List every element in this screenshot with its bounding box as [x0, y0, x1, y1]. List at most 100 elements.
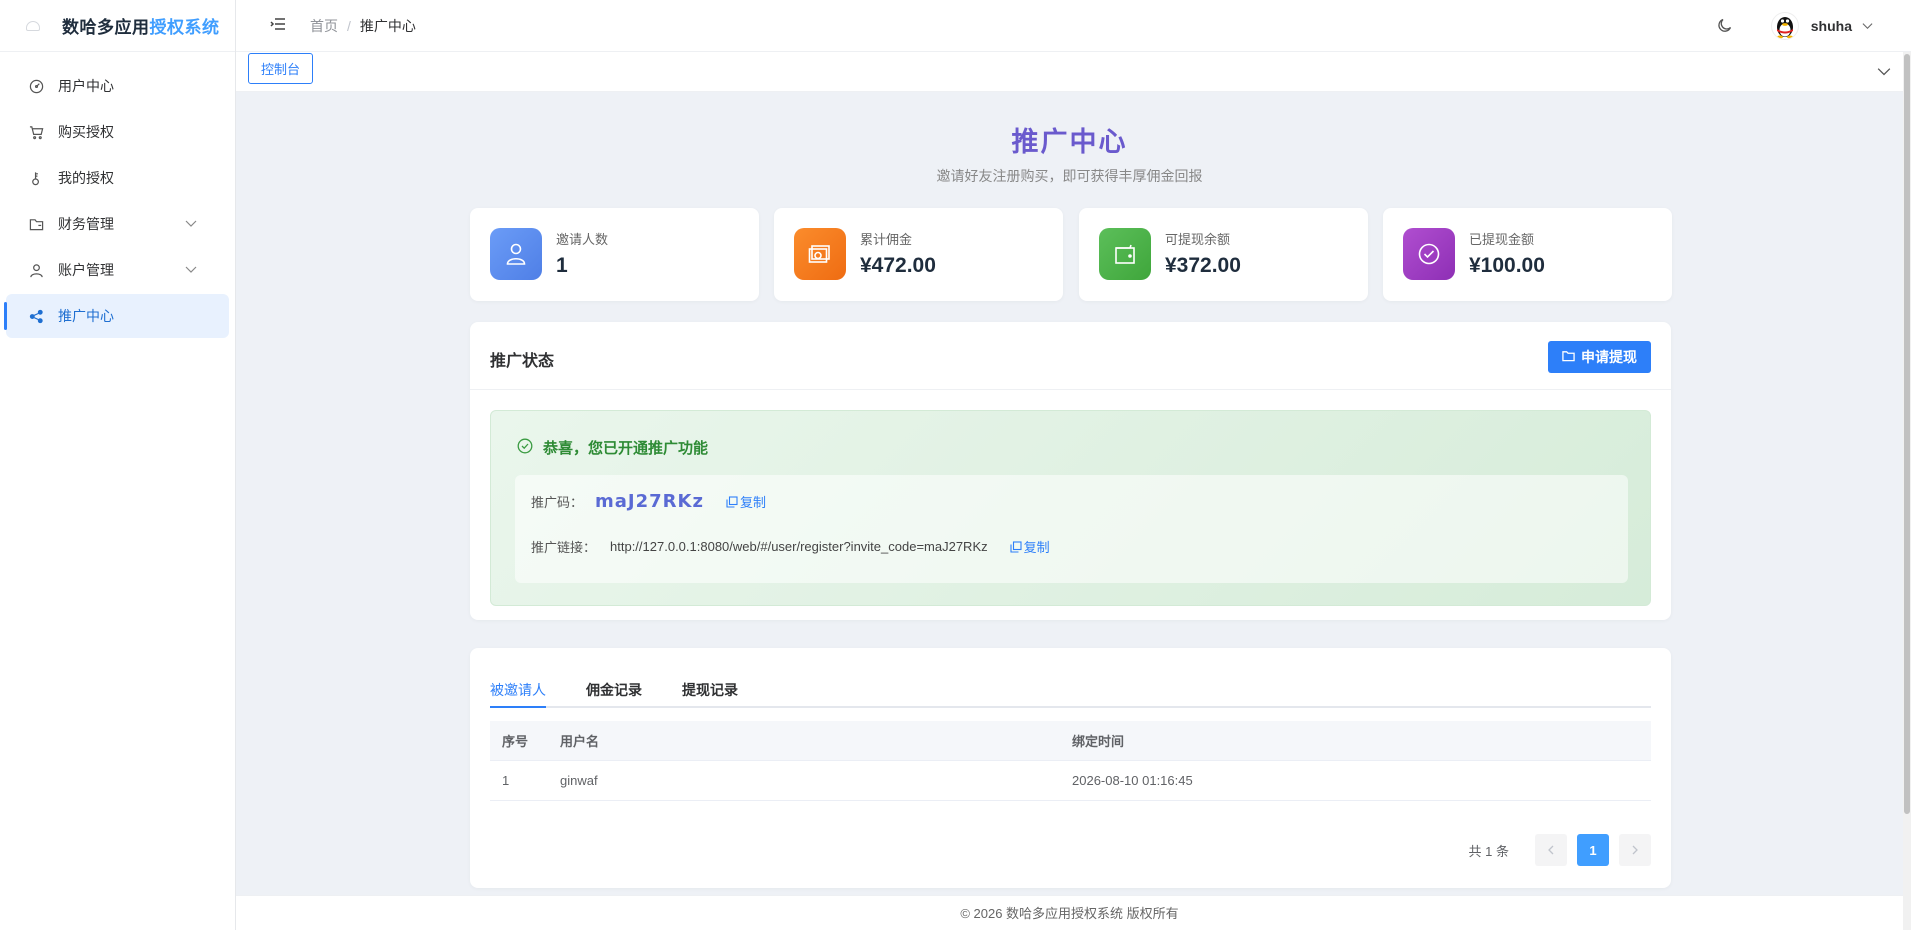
sidebar-item-my-license[interactable]: 我的授权	[6, 156, 229, 200]
sidebar-item-buy-license[interactable]: 购买授权	[6, 110, 229, 154]
user-icon	[28, 262, 44, 278]
stat-card-available-balance: 可提现余额 ¥372.00	[1079, 208, 1368, 301]
footer: © 2026 数哈多应用授权系统 版权所有	[236, 895, 1903, 930]
check-circle-icon	[517, 438, 533, 458]
chevron-down-icon[interactable]	[1877, 64, 1891, 81]
prev-page-button[interactable]	[1535, 834, 1567, 866]
breadcrumb-home[interactable]: 首页	[310, 16, 338, 36]
withdraw-button[interactable]: 申请提现	[1548, 341, 1651, 373]
breadcrumb: 首页 / 推广中心	[310, 16, 416, 36]
copy-invite-code-button[interactable]: 复制	[726, 492, 766, 511]
sidebar-item-label: 用户中心	[58, 78, 114, 94]
money-icon	[794, 228, 846, 280]
stat-label: 邀请人数	[556, 232, 609, 247]
scrollbar-thumb[interactable]	[1904, 54, 1910, 814]
breadcrumb-separator: /	[347, 17, 351, 34]
column-header: 绑定时间	[1072, 734, 1125, 749]
stat-value: 1	[556, 254, 568, 277]
sidebar: 数哈多应用授权系统 用户中心 购买授权 我的授权 财务管理 账户管理 推广中心	[0, 0, 236, 930]
records-tabs: 被邀请人 佣金记录 提现记录	[490, 668, 1651, 708]
sidebar-menu: 用户中心 购买授权 我的授权 财务管理 账户管理 推广中心	[0, 52, 235, 338]
chevron-down-icon	[185, 216, 197, 232]
stat-card-total-commission: 累计佣金 ¥472.00	[774, 208, 1063, 301]
tab-withdraw-records[interactable]: 提现记录	[682, 680, 738, 700]
invite-link-label: 推广链接：	[531, 540, 597, 555]
sidebar-item-finance[interactable]: 财务管理	[6, 202, 229, 246]
tab-invitees[interactable]: 被邀请人	[490, 680, 546, 700]
tab-commission-records[interactable]: 佣金记录	[586, 680, 642, 700]
column-header: 用户名	[560, 734, 600, 749]
key-icon	[28, 170, 44, 186]
table-cell: 2026-08-10 01:16:45	[1072, 773, 1193, 788]
pagination-total: 共 1 条	[1468, 843, 1509, 859]
panel-title: 推广状态	[490, 353, 555, 370]
next-page-button[interactable]	[1619, 834, 1651, 866]
moon-icon[interactable]	[1717, 17, 1733, 36]
sidebar-item-label: 推广中心	[58, 308, 114, 324]
sidebar-item-promotion[interactable]: 推广中心	[4, 294, 229, 338]
records-panel: 被邀请人 佣金记录 提现记录 序号 用户名 绑定时间 1 ginwaf 2026…	[470, 648, 1671, 888]
username[interactable]: shuha	[1811, 18, 1852, 34]
table-cell: ginwaf	[560, 773, 598, 788]
page-button-current[interactable]: 1	[1577, 834, 1609, 866]
sidebar-item-label: 财务管理	[58, 216, 114, 232]
top-header: 首页 / 推广中心 shuha	[236, 0, 1911, 52]
sidebar-item-user-center[interactable]: 用户中心	[6, 64, 229, 108]
invite-code: maJ27RKz	[595, 491, 704, 512]
brand: 数哈多应用授权系统	[0, 0, 235, 52]
stat-label: 累计佣金	[860, 232, 913, 247]
stat-card-invites: 邀请人数 1	[470, 208, 759, 301]
invitees-table: 序号 用户名 绑定时间 1 ginwaf 2026-08-10 01:16:45	[490, 721, 1651, 801]
invite-code-row: 推广码： maJ27RKz 复制	[531, 491, 766, 512]
chevron-left-icon	[1548, 845, 1554, 855]
stat-card-withdrawn: 已提现金额 ¥100.00	[1383, 208, 1672, 301]
tag-dashboard[interactable]: 控制台	[248, 53, 314, 84]
stat-value: ¥372.00	[1165, 254, 1241, 277]
chevron-down-icon[interactable]	[1862, 18, 1873, 34]
check-circle-icon	[1403, 228, 1455, 280]
invite-link: http://127.0.0.1:8080/web/#/user/registe…	[610, 539, 988, 554]
table-header: 序号 用户名 绑定时间	[490, 721, 1651, 761]
column-header: 序号	[502, 734, 529, 749]
sidebar-item-account[interactable]: 账户管理	[6, 248, 229, 292]
stat-value: ¥472.00	[860, 254, 936, 277]
pagination: 共 1 条 1	[1469, 834, 1651, 866]
table-row: 1 ginwaf 2026-08-10 01:16:45	[490, 761, 1651, 801]
menu-fold-icon[interactable]	[270, 17, 286, 34]
user-icon	[490, 228, 542, 280]
sidebar-item-label: 我的授权	[58, 170, 114, 186]
logo-icon	[26, 20, 40, 31]
app-title: 数哈多应用授权系统	[62, 18, 220, 37]
dashboard-icon	[28, 78, 44, 94]
share-icon	[28, 308, 44, 324]
folder-icon	[1562, 349, 1575, 365]
copy-invite-link-button[interactable]: 复制	[1010, 537, 1050, 556]
wallet-icon	[1099, 228, 1151, 280]
promotion-status-panel: 推广状态 申请提现 恭喜，您已开通推广功能 推广码： maJ27RKz 复制 推…	[470, 322, 1671, 620]
invite-info-box: 推广码： maJ27RKz 复制 推广链接： http://127.0.0.1:…	[515, 475, 1628, 583]
page-title: 推广中心	[1011, 127, 1128, 157]
success-text: 恭喜，您已开通推广功能	[543, 440, 709, 457]
table-cell: 1	[502, 773, 510, 788]
avatar[interactable]	[1770, 12, 1799, 40]
panel-header: 推广状态 申请提现	[470, 322, 1671, 390]
tab-active-indicator	[490, 706, 546, 708]
copy-icon	[1010, 540, 1022, 553]
cart-icon	[28, 124, 44, 140]
success-box: 恭喜，您已开通推广功能 推广码： maJ27RKz 复制 推广链接： http:…	[490, 410, 1651, 606]
tags-bar: 控制台	[236, 52, 1903, 92]
stat-label: 已提现金额	[1469, 232, 1535, 247]
chevron-down-icon	[185, 262, 197, 278]
invite-code-label: 推广码：	[531, 495, 584, 510]
header-right: shuha	[1717, 0, 1873, 52]
sidebar-item-label: 账户管理	[58, 262, 114, 278]
scrollbar[interactable]	[1903, 52, 1911, 930]
success-message: 恭喜，您已开通推广功能	[517, 437, 708, 458]
page-subtitle: 邀请好友注册购买，即可获得丰厚佣金回报	[936, 168, 1203, 184]
withdraw-button-label: 申请提现	[1581, 349, 1637, 365]
chevron-right-icon	[1632, 845, 1638, 855]
stat-value: ¥100.00	[1469, 254, 1545, 277]
copy-icon	[726, 495, 738, 508]
copy-label: 复制	[739, 495, 766, 510]
main-content: 推广中心 邀请好友注册购买，即可获得丰厚佣金回报 邀请人数 1 累计佣金 ¥47…	[236, 92, 1903, 895]
